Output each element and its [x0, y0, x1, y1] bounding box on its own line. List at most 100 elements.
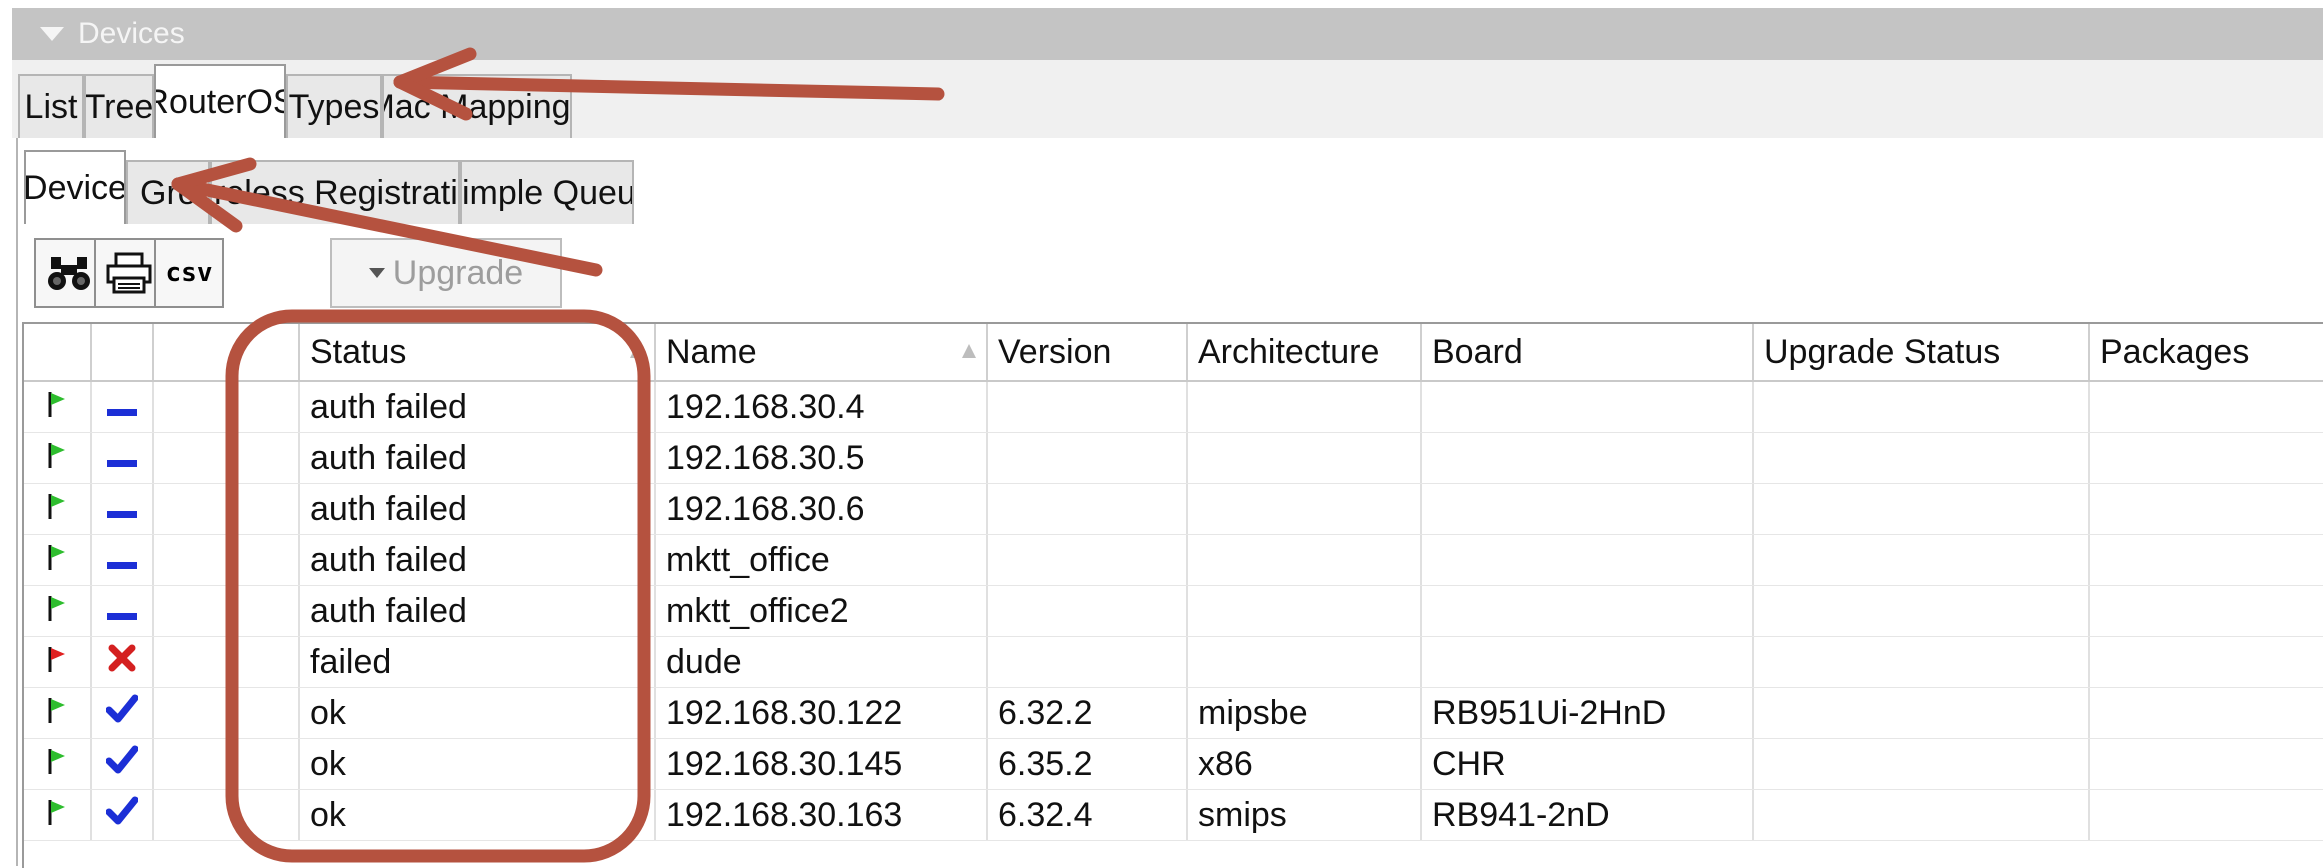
checkmark-icon	[105, 796, 139, 835]
printer-icon	[106, 252, 152, 294]
blank-cell	[154, 739, 300, 789]
tab-routeros[interactable]: RouterOS	[154, 64, 286, 138]
flag-cell	[24, 739, 92, 789]
architecture-cell	[1188, 637, 1422, 687]
packages-cell	[2090, 586, 2323, 636]
packages-cell	[2090, 637, 2323, 687]
column-header-upgrade-status[interactable]: Upgrade Status	[1754, 324, 2090, 380]
status-cell: failed	[300, 637, 656, 687]
collapse-triangle-icon[interactable]	[40, 27, 64, 41]
binoculars-icon	[48, 257, 90, 290]
column-header-state[interactable]	[92, 324, 154, 380]
board-cell	[1422, 484, 1754, 534]
architecture-cell: x86	[1188, 739, 1422, 789]
table-row[interactable]: auth failed 192.168.30.5	[24, 433, 2323, 484]
tab-group[interactable]: Group	[126, 160, 210, 224]
tab-wireless-registration[interactable]: Wireless Registration	[210, 160, 460, 224]
state-cell	[92, 790, 154, 840]
window-title-bar[interactable]: Devices	[12, 8, 2323, 60]
version-cell	[988, 586, 1188, 636]
column-header-packages[interactable]: Packages	[2090, 324, 2323, 380]
flag-cell	[24, 382, 92, 432]
packages-cell	[2090, 535, 2323, 585]
table-row[interactable]: auth failed mktt_office	[24, 535, 2323, 586]
dash-icon	[105, 439, 139, 478]
flag-cell	[24, 433, 92, 483]
version-cell: 6.32.4	[988, 790, 1188, 840]
green-flag-icon	[47, 541, 67, 580]
board-cell	[1422, 637, 1754, 687]
name-cell: 192.168.30.6	[656, 484, 988, 534]
table-row[interactable]: ok 192.168.30.145 6.35.2 x86 CHR	[24, 739, 2323, 790]
table-row[interactable]: auth failed mktt_office2	[24, 586, 2323, 637]
blank-cell	[154, 637, 300, 687]
board-cell	[1422, 586, 1754, 636]
version-cell: 6.32.2	[988, 688, 1188, 738]
architecture-cell	[1188, 484, 1422, 534]
architecture-cell	[1188, 433, 1422, 483]
upgrade-label: Upgrade	[392, 253, 524, 292]
status-cell: auth failed	[300, 586, 656, 636]
devices-window: Devices List Tree RouterOS Types Mac Map…	[0, 0, 2323, 868]
version-cell: 6.35.2	[988, 739, 1188, 789]
flag-cell	[24, 586, 92, 636]
tab-simple-queue[interactable]: Simple Queue	[460, 160, 634, 224]
upgrade-dropdown-button[interactable]: Upgrade	[330, 238, 562, 308]
flag-cell	[24, 688, 92, 738]
column-header-version[interactable]: Version	[988, 324, 1188, 380]
version-cell	[988, 484, 1188, 534]
sort-indicator-icon	[962, 344, 976, 358]
dash-icon	[105, 541, 139, 580]
board-cell	[1422, 535, 1754, 585]
table-row[interactable]: failed dude	[24, 637, 2323, 688]
flag-cell	[24, 484, 92, 534]
name-cell: 192.168.30.145	[656, 739, 988, 789]
upgrade-status-cell	[1754, 637, 2090, 687]
state-cell	[92, 433, 154, 483]
tab-mac-mappings[interactable]: Mac Mappings	[382, 74, 572, 138]
version-cell	[988, 535, 1188, 585]
column-header-flag[interactable]	[24, 324, 92, 380]
table-row[interactable]: auth failed 192.168.30.6	[24, 484, 2323, 535]
board-cell: RB951Ui-2HnD	[1422, 688, 1754, 738]
column-header-board[interactable]: Board	[1422, 324, 1754, 380]
status-cell: auth failed	[300, 433, 656, 483]
blank-cell	[154, 790, 300, 840]
dash-icon	[105, 592, 139, 631]
device-table: Status Name Version Architecture Board U…	[22, 322, 2323, 868]
table-row[interactable]: ok 192.168.30.122 6.32.2 mipsbe RB951Ui-2HnD	[24, 688, 2323, 739]
name-cell: mktt_office2	[656, 586, 988, 636]
status-header-label: Status	[310, 332, 407, 371]
table-row[interactable]: ok 192.168.30.163 6.32.4 smips RB941-2nD	[24, 790, 2323, 841]
csv-export-button[interactable]: csv	[154, 238, 224, 308]
architecture-cell	[1188, 535, 1422, 585]
name-cell: dude	[656, 637, 988, 687]
packages-cell	[2090, 688, 2323, 738]
table-header: Status Name Version Architecture Board U…	[24, 324, 2323, 382]
table-row[interactable]: auth failed 192.168.30.4	[24, 382, 2323, 433]
name-cell: mktt_office	[656, 535, 988, 585]
column-header-status[interactable]: Status	[300, 324, 656, 380]
tab-types[interactable]: Types	[286, 74, 382, 138]
green-flag-icon	[47, 745, 67, 784]
architecture-cell: mipsbe	[1188, 688, 1422, 738]
architecture-cell	[1188, 586, 1422, 636]
version-cell	[988, 637, 1188, 687]
packages-cell	[2090, 433, 2323, 483]
status-cell: auth failed	[300, 484, 656, 534]
blank-cell	[154, 688, 300, 738]
column-header-blank[interactable]	[154, 324, 300, 380]
tab-list[interactable]: List	[18, 74, 84, 138]
blank-cell	[154, 484, 300, 534]
tab-tree[interactable]: Tree	[84, 74, 154, 138]
column-header-name[interactable]: Name	[656, 324, 988, 380]
green-flag-icon	[47, 388, 67, 427]
board-cell: CHR	[1422, 739, 1754, 789]
tab-device[interactable]: Device	[24, 150, 126, 224]
window-title: Devices	[78, 17, 185, 50]
top-tab-bar: List Tree RouterOS Types Mac Mappings	[12, 60, 2323, 138]
packages-cell	[2090, 790, 2323, 840]
green-flag-icon	[47, 490, 67, 529]
column-header-architecture[interactable]: Architecture	[1188, 324, 1422, 380]
upgrade-status-cell	[1754, 739, 2090, 789]
